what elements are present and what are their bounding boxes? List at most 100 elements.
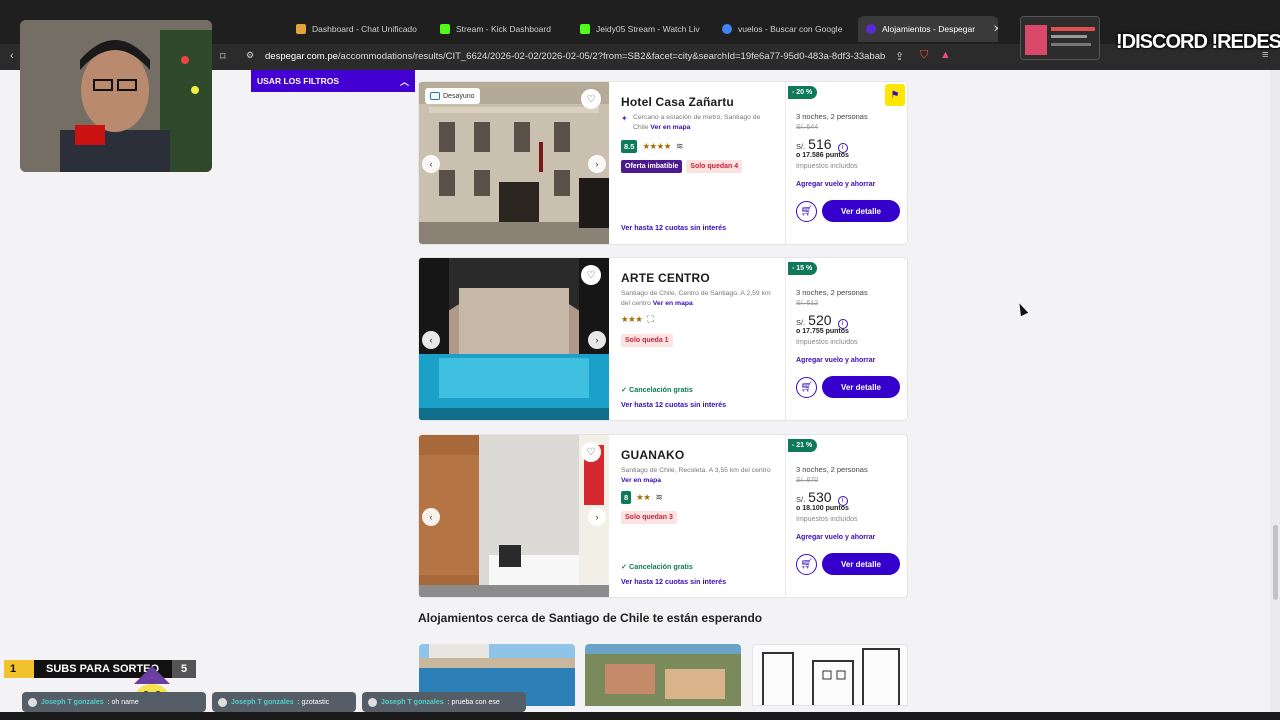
browser-tab[interactable]: vuelos - Buscar con Google [722,18,852,40]
nearby-card-image[interactable] [585,644,741,706]
webcam-overlay [20,20,212,172]
installments-link[interactable]: Ver hasta 12 cuotas sin interés [621,400,726,409]
hotel-card[interactable]: Desayuno ♡ ‹ › Hotel Casa Zañartu ✦ Cerc… [418,81,908,245]
tab-title: Stream - Kick Dashboard [456,24,551,34]
star-rating: ★★★★ [642,141,671,151]
url-path: /accommodations/results/CIT_6624/2026-02… [337,51,885,62]
hotel-photo[interactable]: ♡ ‹ › [419,435,609,597]
price-box: - 21 % 3 noches, 2 personas S/. 670 S/. … [785,435,907,597]
close-tab-icon[interactable]: ✕ [993,24,998,35]
view-on-map-link[interactable]: Ver en mapa [650,124,690,131]
page-scrollbar-thumb[interactable] [1273,525,1278,600]
mouse-cursor-icon [1015,301,1029,317]
price-amount: 520 [808,312,832,328]
favorite-heart-icon[interactable]: ♡ [581,89,601,109]
coffee-cup-icon [430,92,440,100]
review-score-badge: 8 [621,491,632,504]
hotel-location: Santiago de Chile, Centro de Santiago. A… [621,289,771,308]
discount-badge: - 21 % [788,439,818,452]
rating-row: 8.5 ★★★★ ≋ [621,140,683,153]
add-to-cart-icon[interactable]: 🛒︎ [796,377,817,398]
currency: S/. [796,495,806,504]
subs-current: 1 [4,660,34,678]
next-photo-icon[interactable]: › [588,508,606,526]
back-icon[interactable]: ‹ [10,50,14,62]
installments-link[interactable]: Ver hasta 12 cuotas sin interés [621,223,726,232]
info-icon[interactable]: i [837,318,848,329]
favorite-heart-icon[interactable]: ♡ [581,265,601,285]
tab-title: vuelos - Buscar con Google [738,24,843,34]
info-icon[interactable]: i [837,142,848,153]
brave-shield-icon[interactable]: ⛉ [920,49,928,62]
tab-title: Jeidy05 Stream - Watch Liv [596,24,700,34]
discount-badge: - 15 % [788,262,818,275]
points-price: o 17.755 puntos [796,328,849,335]
chat-user: Joseph T gonzales [381,698,444,706]
chat-text: : oh name [107,698,139,706]
hotel-info: GUANAKO Santiago de Chile, Recoleta. A 3… [621,435,781,597]
hotel-location: ✦ Cercano a estación de metro, Santiago … [621,113,771,132]
add-to-cart-icon[interactable]: 🛒︎ [796,201,817,222]
add-flight-link[interactable]: Agregar vuelo y ahorrar [796,534,875,541]
hotel-photo-image [419,258,609,420]
browser-tab[interactable]: Jeidy05 Stream - Watch Liv [580,18,710,40]
hotel-photo-image [419,82,609,244]
hotel-card[interactable]: ♡ ‹ › ARTE CENTRO Santiago de Chile, Cen… [418,257,908,421]
add-flight-link[interactable]: Agregar vuelo y ahorrar [796,357,875,364]
hotel-photo[interactable]: Desayuno ♡ ‹ › [419,82,609,244]
free-cancellation: ✓ Cancelación gratis [621,562,693,571]
hotel-card[interactable]: ♡ ‹ › GUANAKO Santiago de Chile, Recolet… [418,434,908,598]
page-scrollbar[interactable] [1270,70,1280,720]
hotel-name[interactable]: GUANAKO [621,448,684,462]
use-filters-button[interactable]: USAR LOS FILTROS ︿ [251,70,415,92]
prev-photo-icon[interactable]: ‹ [422,155,440,173]
hotel-photo[interactable]: ♡ ‹ › [419,258,609,420]
favorite-heart-icon[interactable]: ♡ [581,442,601,462]
nearby-card-image[interactable] [752,644,908,706]
tab-favicon-icon [866,24,876,34]
discord-redes-banner: !DISCORD !REDES [1116,31,1280,53]
current-price: S/. 516 i [796,136,848,153]
browser-tab[interactable]: Dashboard - Chat Unificado [296,18,431,40]
bookmark-icon[interactable]: ⌑ [220,50,226,63]
taxes-note: Impuestos incluidos [796,339,858,346]
next-photo-icon[interactable]: › [588,155,606,173]
old-price: S/. 612 [796,300,819,307]
next-photo-icon[interactable]: › [588,331,606,349]
rating-row: ★★★ ⛶ [621,314,654,325]
stay-summary: 3 noches, 2 personas [796,465,868,474]
chat-text: : prueba con ese [447,698,500,706]
prev-photo-icon[interactable]: ‹ [422,331,440,349]
nearby-photo-image [585,644,741,706]
rewards-icon[interactable]: ▲ [940,49,951,61]
view-on-map-link[interactable]: Ver en mapa [621,477,661,484]
info-icon[interactable]: i [837,495,848,506]
chat-badge-icon [28,697,37,707]
tab-title: Alojamientos - Despegar [882,24,976,34]
currency: S/. [796,142,806,151]
browser-tab[interactable]: Stream - Kick Dashboard [440,18,570,40]
installments-link[interactable]: Ver hasta 12 cuotas sin interés [621,577,726,586]
current-price: S/. 520 i [796,312,848,329]
add-to-cart-icon[interactable]: 🛒︎ [796,554,817,575]
deal-tag: Oferta imbatible [621,160,683,173]
hotel-location: Santiago de Chile, Recoleta. A 3,55 km d… [621,466,771,485]
sparkle-icon: ✦ [621,114,628,123]
prev-photo-icon[interactable]: ‹ [422,508,440,526]
availability-tag: Solo quedan 3 [621,511,677,524]
webcam-image [20,20,212,172]
view-detail-button[interactable]: Ver detalle [822,376,900,398]
chat-user: Joseph T gonzales [41,698,104,706]
share-icon[interactable]: ⇪ [895,50,904,63]
site-info-icon[interactable]: ⚙ [246,50,254,61]
url-field[interactable]: despegar.com.pe/accommodations/results/C… [265,51,885,62]
hotel-name[interactable]: Hotel Casa Zañartu [621,95,734,109]
view-detail-button[interactable]: Ver detalle [822,200,900,222]
add-flight-link[interactable]: Agregar vuelo y ahorrar [796,181,875,188]
currency: S/. [796,318,806,327]
chat-message: Joseph T gonzales : gzotastic [212,692,356,712]
browser-tab-active[interactable]: Alojamientos - Despegar ✕ [858,16,998,42]
view-on-map-link[interactable]: Ver en mapa [653,300,693,307]
hotel-name[interactable]: ARTE CENTRO [621,271,710,285]
view-detail-button[interactable]: Ver detalle [822,553,900,575]
